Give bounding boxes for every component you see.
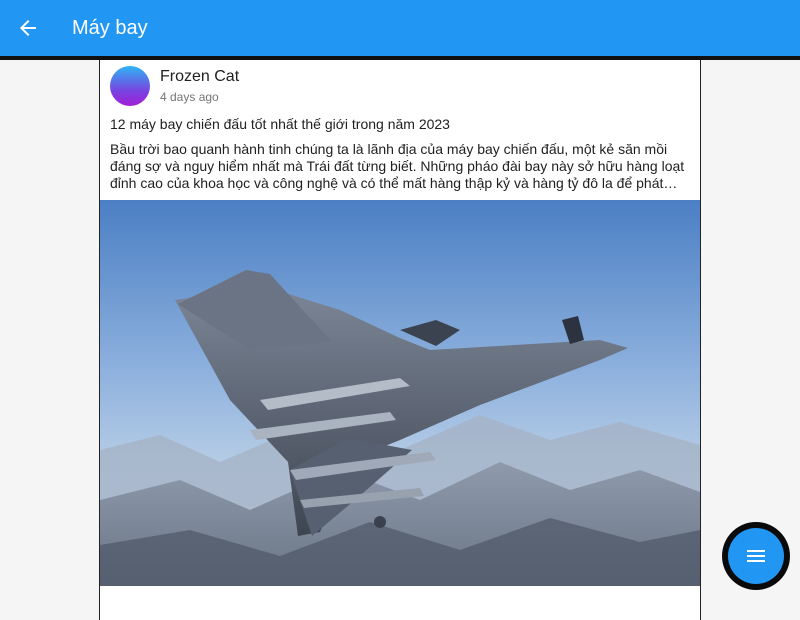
fighter-jet-image bbox=[100, 200, 700, 586]
page-title: Máy bay bbox=[72, 16, 148, 39]
post-title: 12 máy bay chiến đấu tốt nhất thế giới t… bbox=[110, 116, 450, 132]
fab-container bbox=[722, 522, 790, 590]
post-time: 4 days ago bbox=[160, 90, 219, 104]
avatar[interactable] bbox=[110, 66, 150, 106]
post-card[interactable]: Frozen Cat 4 days ago 12 máy bay chiến đ… bbox=[99, 60, 701, 620]
post-body: Bầu trời bao quanh hành tinh chúng ta là… bbox=[110, 141, 685, 191]
back-button[interactable] bbox=[0, 0, 56, 56]
app-bar: Máy bay bbox=[0, 0, 800, 56]
menu-fab-button[interactable] bbox=[728, 528, 784, 584]
arrow-back-icon bbox=[16, 16, 40, 40]
menu-icon bbox=[744, 544, 768, 568]
post-image[interactable] bbox=[100, 200, 700, 586]
author-name[interactable]: Frozen Cat bbox=[160, 67, 239, 87]
post-header: Frozen Cat 4 days ago bbox=[110, 66, 239, 106]
author-block: Frozen Cat 4 days ago bbox=[160, 67, 239, 105]
